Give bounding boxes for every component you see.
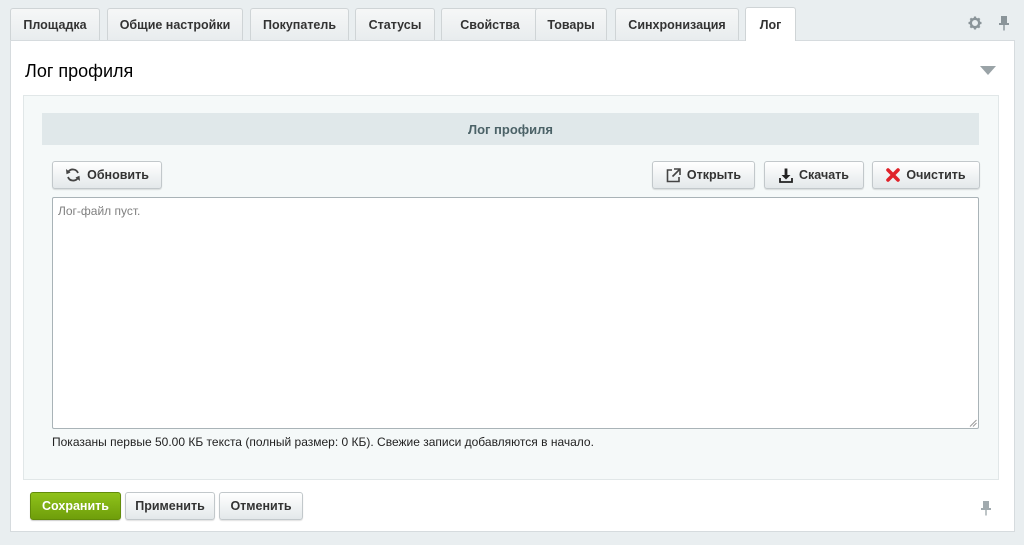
save-button-label: Сохранить (42, 499, 109, 513)
log-section-header: Лог профиля (42, 113, 979, 145)
gear-icon[interactable] (968, 15, 982, 31)
external-link-icon (666, 167, 681, 183)
log-textarea[interactable]: Лог-файл пуст. (52, 197, 979, 429)
refresh-icon (65, 167, 81, 183)
cancel-button-label: Отменить (230, 499, 292, 513)
log-section: Лог профиля Обновить Открыть Скачать Очи… (23, 95, 999, 480)
refresh-button[interactable]: Обновить (52, 161, 162, 189)
close-icon (886, 168, 901, 182)
tab-statuses[interactable]: Статусы (355, 8, 435, 40)
log-content: Лог-файл пуст. (58, 204, 141, 218)
tab-properties[interactable]: Свойства (441, 8, 539, 40)
tab-log[interactable]: Лог (745, 7, 796, 41)
panel-title: Лог профиля (25, 61, 134, 81)
tab-label: Лог (759, 17, 782, 32)
main-panel: Лог профиля Лог профиля Обновить Открыть… (10, 40, 1015, 532)
tab-label: Товары (547, 17, 595, 32)
pin-icon[interactable] (998, 15, 1010, 31)
tab-buyer[interactable]: Покупатель (250, 8, 349, 40)
tab-bar-tools (968, 15, 1010, 31)
tab-general-settings[interactable]: Общие настройки (107, 8, 243, 40)
download-icon (779, 168, 793, 183)
tab-ploshchadka[interactable]: Площадка (10, 8, 100, 40)
open-button-label: Открыть (686, 168, 742, 182)
resize-grip-icon[interactable] (969, 419, 977, 427)
tab-label: Покупатель (262, 17, 337, 32)
clear-button[interactable]: Очистить (872, 161, 980, 189)
tab-label: Статусы (368, 17, 422, 32)
tab-label: Синхронизация (628, 17, 726, 32)
triangle-down-icon[interactable] (980, 66, 996, 75)
tab-label: Площадка (23, 17, 87, 32)
download-button-label: Скачать (799, 168, 849, 182)
log-info-text: Показаны первые 50.00 КБ текста (полный … (52, 435, 594, 449)
tab-label: Свойства (460, 17, 520, 32)
apply-button-label: Применить (135, 499, 205, 513)
download-button[interactable]: Скачать (764, 161, 864, 189)
open-button[interactable]: Открыть (652, 161, 755, 189)
apply-button[interactable]: Применить (125, 492, 215, 520)
tab-sync[interactable]: Синхронизация (615, 8, 739, 40)
save-button[interactable]: Сохранить (30, 492, 121, 520)
refresh-button-label: Обновить (87, 168, 149, 182)
clear-button-label: Очистить (906, 168, 966, 182)
tab-label: Общие настройки (119, 17, 231, 32)
pin-icon[interactable] (980, 500, 992, 516)
tab-products[interactable]: Товары (535, 8, 607, 40)
cancel-button[interactable]: Отменить (219, 492, 303, 520)
